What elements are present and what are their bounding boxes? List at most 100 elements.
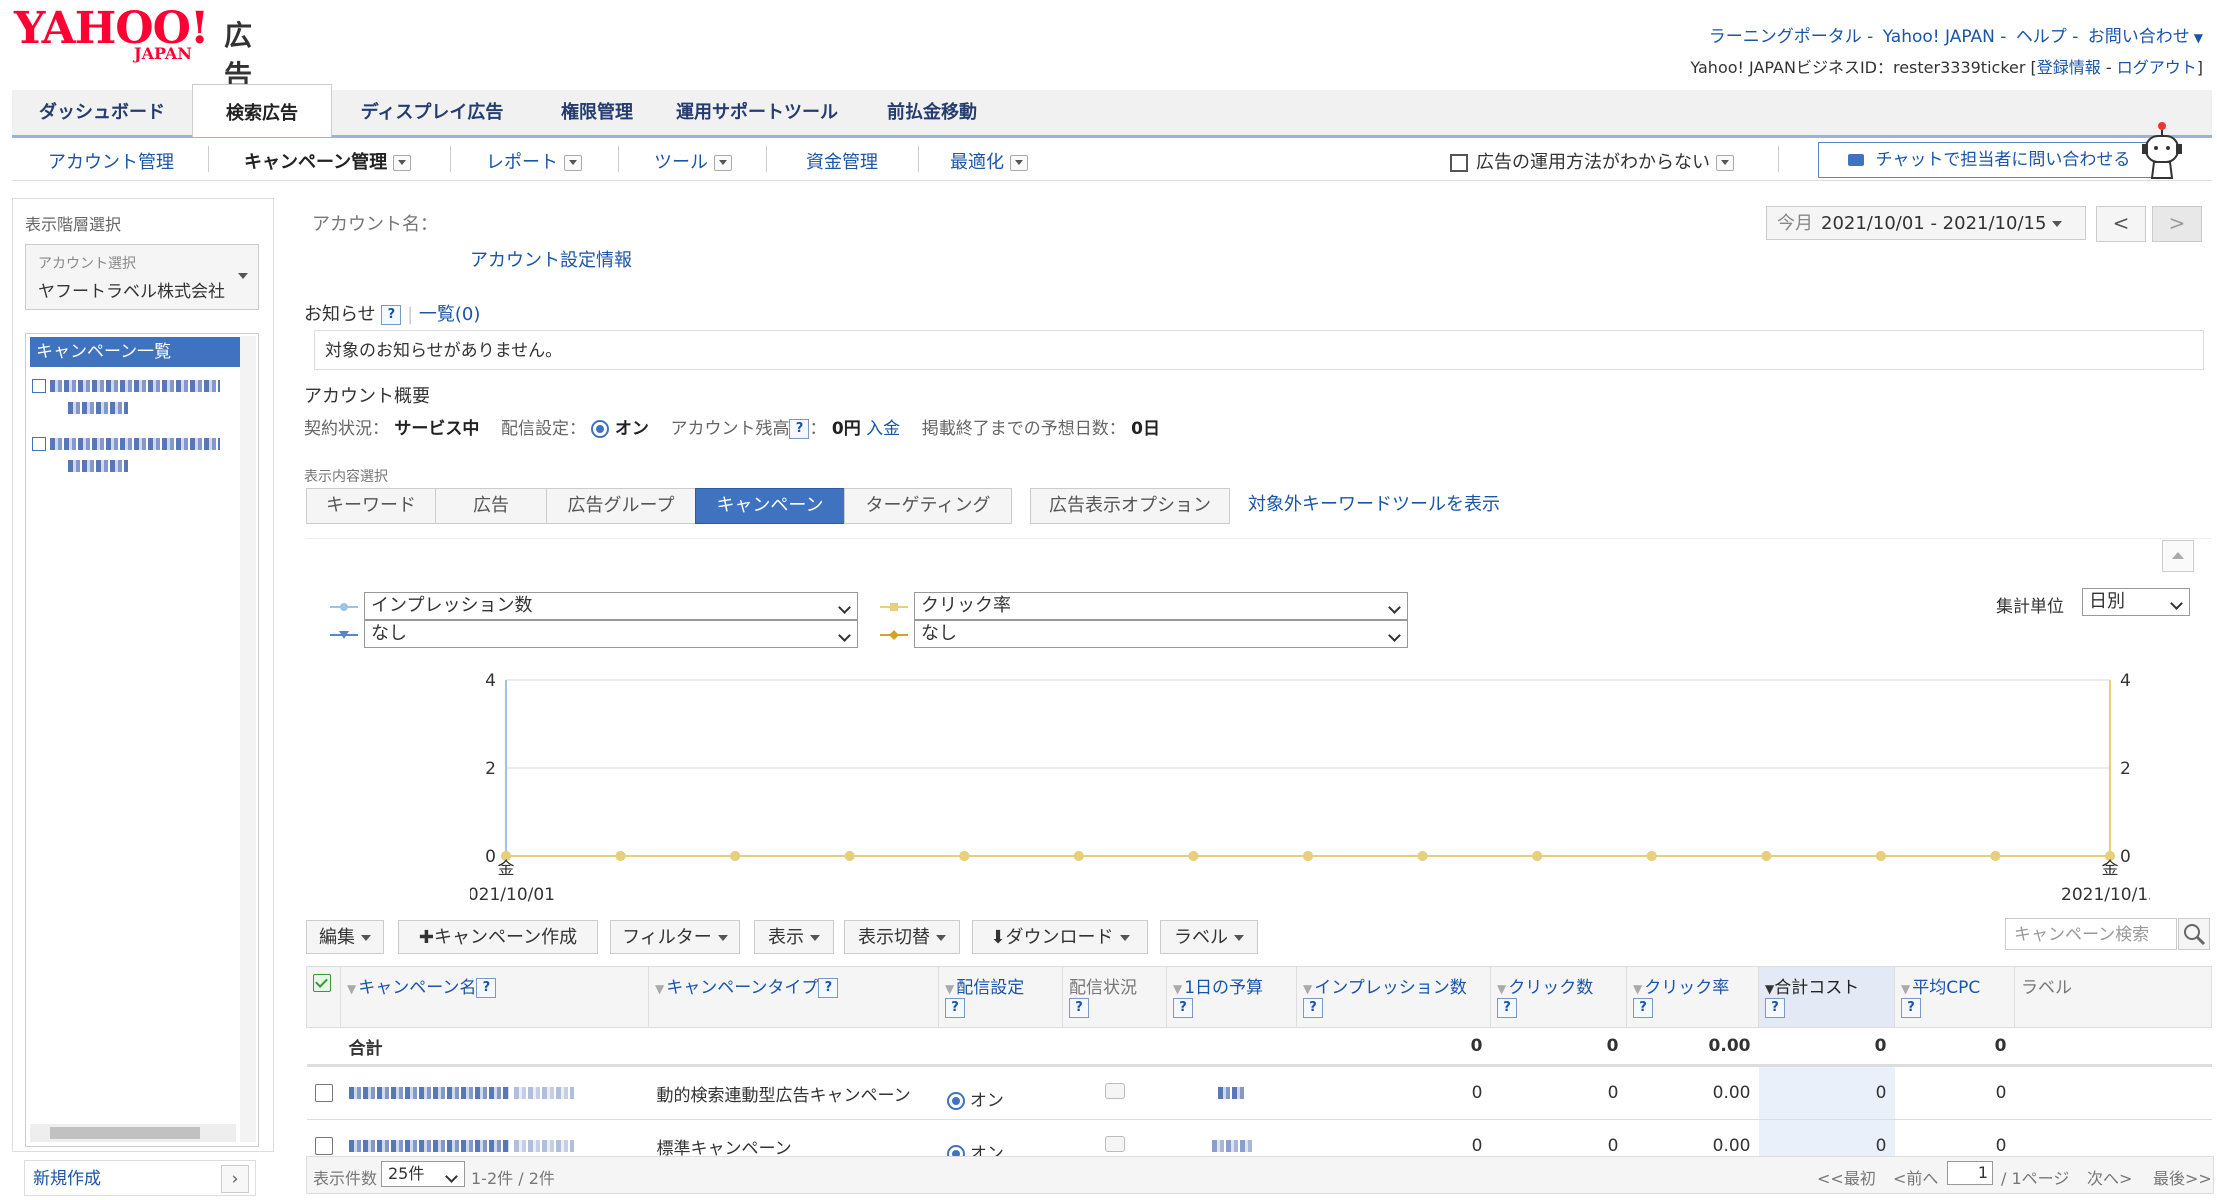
help-operation-menu[interactable]: 広告の運用方法がわからない [1450,148,1734,174]
metric-select-right-1[interactable]: クリック率 [914,592,1408,620]
y-left-tick-label: 0 [485,847,496,867]
tab-support-tools[interactable]: 運用サポートツール [662,90,852,135]
last-page-link[interactable]: 最後>> [2153,1165,2212,1189]
tree-horizontal-scrollbar[interactable] [30,1124,236,1142]
aggregation-select[interactable]: 日別 [2082,588,2190,616]
tree-item[interactable] [32,378,220,414]
expand-icon [32,379,46,393]
account-settings-link[interactable]: アカウント設定情報 [470,246,632,272]
register-info-link[interactable]: 登録情報 [2037,58,2101,77]
tab-campaign[interactable]: キャンペーン [695,488,845,524]
overview-line: 契約状況： サービス中 配信設定： オン アカウント残高?： 0円 入金 掲載終… [304,419,1160,439]
col-daily-budget[interactable]: ▼ 1日の予算? [1166,966,1297,1028]
subtab-optimize[interactable]: 最適化 [950,148,1028,174]
help-icon[interactable]: ? [1303,998,1323,1018]
campaign-name-link[interactable] [340,1065,649,1120]
help-icon[interactable]: ? [476,978,497,998]
yahoo-ads-logo[interactable]: YAHOO! JAPAN 広告 [14,6,252,93]
next-period-button[interactable]: > [2152,206,2202,242]
help-icon[interactable]: ? [1901,998,1921,1018]
download-button[interactable]: ⬇ダウンロード [972,920,1148,954]
data-point [1417,851,1428,861]
label-button[interactable]: ラベル [1160,920,1258,954]
logout-link[interactable]: ログアウト [2117,58,2197,77]
toggle-view-button[interactable]: 表示切替 [844,920,960,954]
learning-portal-link[interactable]: ラーニングポータル [1709,27,1862,47]
edit-button[interactable]: 編集 [306,920,384,954]
metric-select-left-2[interactable]: なし [364,620,858,648]
row-clicks: 0 [1490,1065,1627,1120]
deposit-link[interactable]: 入金 [866,419,900,439]
new-create-button[interactable]: 新規作成 › [24,1160,256,1196]
help-icon[interactable]: ? [1497,998,1517,1018]
metric-select-left-1[interactable]: インプレッション数 [364,592,858,620]
col-campaign-name[interactable]: ▼ キャンペーン名? [340,966,649,1028]
data-point [1646,851,1657,861]
subtab-funds[interactable]: 資金管理 [806,148,878,174]
tab-ads[interactable]: 広告 [435,488,547,524]
help-icon[interactable]: ? [1633,998,1653,1018]
prev-page-link[interactable]: <前へ [1893,1165,1938,1189]
view-button[interactable]: 表示 [754,920,834,954]
x-start-date: 2021/10/01 [470,885,555,905]
delivery-radio[interactable] [591,420,610,438]
help-icon[interactable]: ? [1173,998,1193,1018]
campaign-list-header[interactable]: キャンペーン一覧 [30,337,246,367]
filter-button[interactable]: フィルター [610,920,740,954]
col-avg-cpc[interactable]: ▼ 平均CPC? [1894,966,2015,1028]
tree-vertical-scrollbar[interactable] [240,336,256,1142]
chat-button[interactable]: チャットで担当者に問い合わせる [1818,142,2160,178]
collapse-chart-button[interactable] [2162,540,2194,572]
tab-permissions[interactable]: 権限管理 [532,90,662,135]
subtab-tools[interactable]: ツール [654,148,732,174]
date-range-select[interactable]: 今月 2021/10/01 - 2021/10/15 [1766,206,2086,240]
col-campaign-type[interactable]: ▼ キャンペーンタイプ? [648,966,939,1028]
tab-targeting[interactable]: ターゲティング [844,488,1012,524]
col-total-cost[interactable]: ▼合計コスト? [1758,966,1895,1028]
status-comment-icon[interactable] [1104,1082,1125,1099]
campaign-search-input[interactable]: キャンペーン検索 [2005,918,2177,950]
help-icon[interactable]: ? [381,305,402,325]
row-checkbox[interactable] [314,1084,333,1102]
col-ctr[interactable]: ▼ クリック率? [1626,966,1759,1028]
page-input[interactable]: 1 [1947,1161,1993,1185]
row-checkbox[interactable] [314,1137,333,1155]
per-page-select[interactable]: 25件 [381,1161,465,1187]
per-page-label: 表示件数 [313,1169,378,1188]
col-impressions[interactable]: ▼ インプレッション数? [1296,966,1491,1028]
create-campaign-button[interactable]: ✚キャンペーン作成 [398,920,598,954]
help-icon[interactable]: ? [945,998,965,1018]
tab-prepaid-transfer[interactable]: 前払金移動 [852,90,1012,135]
help-icon[interactable]: ? [789,419,810,439]
help-icon[interactable]: ? [1765,998,1785,1018]
first-page-link[interactable]: <<最初 [1817,1165,1876,1189]
prev-period-button[interactable]: < [2096,206,2146,242]
tab-keyword[interactable]: キーワード [306,488,436,524]
metric-select-right-2[interactable]: なし [914,620,1408,648]
account-select[interactable]: アカウント選択 ヤフートラベル株式会社 [25,244,259,310]
tree-item[interactable] [32,436,220,472]
status-comment-icon[interactable] [1104,1135,1125,1152]
subtab-report[interactable]: レポート [486,148,582,174]
notice-list-link[interactable]: 一覧(0) [419,304,481,325]
select-all-checkbox[interactable] [306,966,341,1028]
excluded-keyword-tool-link[interactable]: 対象外キーワードツールを表示 [1248,490,1500,516]
tab-dashboard[interactable]: ダッシュボード [12,90,192,135]
yahoo-japan-link[interactable]: Yahoo! JAPAN [1883,27,1995,47]
col-delivery-setting[interactable]: ▼ 配信設定? [938,966,1063,1028]
help-icon[interactable]: ? [818,978,839,998]
help-link[interactable]: ヘルプ [2016,27,2067,47]
contact-link[interactable]: お問い合わせ [2088,27,2190,47]
delivery-setting[interactable]: オン [938,1065,1063,1120]
next-page-link[interactable]: 次へ> [2087,1165,2132,1189]
subtab-account[interactable]: アカウント管理 [48,148,174,174]
search-button[interactable] [2178,918,2210,950]
tab-display-ads[interactable]: ディスプレイ広告 [332,90,532,135]
col-clicks[interactable]: ▼ クリック数? [1490,966,1627,1028]
subtab-campaign[interactable]: キャンペーン管理 [244,148,412,174]
tab-ad-extensions[interactable]: 広告表示オプション [1030,488,1230,524]
tab-search-ads[interactable]: 検索広告 [192,84,332,137]
help-icon[interactable]: ? [1069,998,1089,1018]
total-label: 合計 [340,1027,649,1067]
tab-adgroup[interactable]: 広告グループ [546,488,696,524]
